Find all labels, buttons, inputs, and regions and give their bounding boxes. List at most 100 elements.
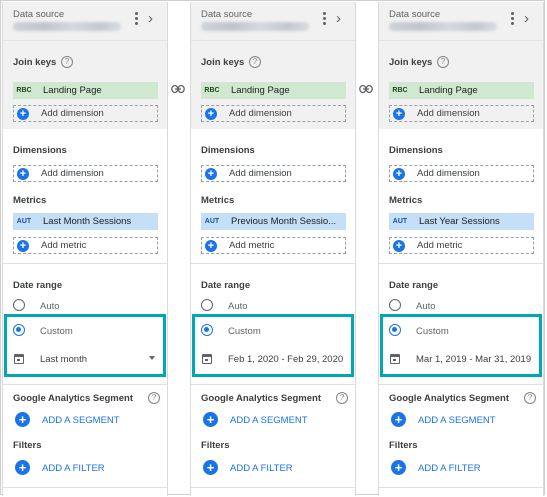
dimensions-title: Dimensions bbox=[389, 145, 443, 156]
custom-date-highlight-3 bbox=[380, 314, 542, 377]
metric-chip[interactable]: AUT Last Month Sessions bbox=[13, 213, 158, 230]
datasource-header[interactable]: Data source › bbox=[379, 2, 543, 41]
metric-chip[interactable]: AUT Previous Month Sessio... bbox=[201, 213, 346, 230]
add-filter-icon[interactable]: + bbox=[391, 460, 406, 475]
add-dimension-label: Add dimension bbox=[41, 168, 104, 179]
add-segment-icon[interactable]: + bbox=[203, 412, 218, 427]
join-key-chip[interactable]: RBC Landing Page bbox=[13, 82, 158, 99]
join-keys-section: Join keys ? RBC Landing Page + Add dimen… bbox=[191, 41, 355, 129]
add-dimension-label: Add dimension bbox=[417, 108, 480, 119]
more-vert-icon[interactable] bbox=[131, 10, 141, 30]
dimensions-title: Dimensions bbox=[201, 145, 255, 156]
help-icon[interactable]: ? bbox=[336, 392, 348, 404]
help-icon[interactable]: ? bbox=[61, 56, 73, 68]
datasource-header[interactable]: Data source › bbox=[3, 2, 167, 41]
datasource-header[interactable]: Data source › bbox=[191, 2, 355, 41]
chevron-right-icon[interactable]: › bbox=[336, 11, 341, 27]
add-segment-icon[interactable]: + bbox=[391, 412, 406, 427]
text-type-icon: RBC bbox=[16, 87, 32, 94]
add-filter-icon[interactable]: + bbox=[15, 460, 30, 475]
blend-editor: Data source › Join keys ? RBC Landing Pa… bbox=[0, 0, 545, 496]
add-icon: + bbox=[17, 240, 29, 252]
auto-radio[interactable] bbox=[13, 299, 25, 311]
metric-chip[interactable]: AUT Last Year Sessions bbox=[389, 213, 534, 230]
link-icon[interactable] bbox=[359, 84, 373, 94]
auto-radio[interactable] bbox=[389, 299, 401, 311]
add-segment-link[interactable]: ADD A SEGMENT bbox=[418, 415, 496, 426]
add-filter-link[interactable]: ADD A FILTER bbox=[418, 463, 481, 474]
join-key-chip[interactable]: RBC Landing Page bbox=[389, 82, 534, 99]
divider bbox=[191, 263, 355, 264]
dimensions-title: Dimensions bbox=[13, 145, 67, 156]
add-join-dimension-button[interactable]: + Add dimension bbox=[13, 105, 158, 122]
filters-title: Filters bbox=[389, 440, 418, 451]
help-icon[interactable]: ? bbox=[524, 392, 536, 404]
chevron-right-icon[interactable]: › bbox=[148, 11, 153, 27]
metric-name: Previous Month Sessio... bbox=[231, 216, 337, 227]
add-filter-link[interactable]: ADD A FILTER bbox=[42, 463, 105, 474]
join-keys-section: Join keys ? RBC Landing Page + Add dimen… bbox=[3, 41, 167, 129]
add-dimension-label: Add dimension bbox=[229, 108, 292, 119]
add-icon: + bbox=[393, 240, 405, 252]
custom-date-highlight-1 bbox=[4, 314, 166, 377]
custom-date-highlight-2 bbox=[192, 314, 354, 377]
chevron-right-icon[interactable]: › bbox=[524, 11, 529, 27]
number-type-icon: AUT bbox=[16, 218, 32, 225]
datasource-name-blurred bbox=[13, 22, 121, 31]
join-keys-section: Join keys ? RBC Landing Page + Add dimen… bbox=[379, 41, 543, 129]
auto-radio[interactable] bbox=[201, 299, 213, 311]
add-join-dimension-button[interactable]: + Add dimension bbox=[201, 105, 346, 122]
datasource-label: Data source bbox=[389, 9, 441, 20]
add-dimension-button[interactable]: + Add dimension bbox=[13, 165, 158, 182]
add-icon: + bbox=[393, 108, 405, 120]
text-type-icon: RBC bbox=[392, 87, 408, 94]
add-dimension-button[interactable]: + Add dimension bbox=[201, 165, 346, 182]
metrics-title: Metrics bbox=[389, 195, 423, 206]
segment-title: Google Analytics Segment bbox=[201, 393, 322, 404]
divider bbox=[379, 263, 543, 264]
date-range-title: Date range bbox=[13, 280, 63, 291]
help-icon[interactable]: ? bbox=[249, 56, 261, 68]
help-icon[interactable]: ? bbox=[437, 56, 449, 68]
datasource-panel-3: Data source › Join keys ? RBC Landing Pa… bbox=[378, 2, 544, 496]
add-metric-button[interactable]: + Add metric bbox=[389, 237, 534, 254]
more-vert-icon[interactable] bbox=[507, 10, 517, 30]
date-range-title: Date range bbox=[389, 280, 439, 291]
join-keys-title: Join keys bbox=[13, 57, 57, 68]
link-icon[interactable] bbox=[171, 84, 185, 94]
add-icon: + bbox=[393, 168, 405, 180]
datasource-panel-2: Data source › Join keys ? RBC Landing Pa… bbox=[190, 2, 356, 496]
add-dimension-label: Add dimension bbox=[229, 168, 292, 179]
more-vert-icon[interactable] bbox=[319, 10, 329, 30]
join-keys-title: Join keys bbox=[389, 57, 433, 68]
join-key-name: Landing Page bbox=[419, 85, 478, 96]
metrics-title: Metrics bbox=[13, 195, 47, 206]
join-key-name: Landing Page bbox=[43, 85, 102, 96]
metrics-title: Metrics bbox=[201, 195, 235, 206]
add-metric-label: Add metric bbox=[41, 240, 87, 251]
filters-title: Filters bbox=[13, 440, 42, 451]
add-segment-link[interactable]: ADD A SEGMENT bbox=[230, 415, 308, 426]
add-metric-button[interactable]: + Add metric bbox=[201, 237, 346, 254]
add-join-dimension-button[interactable]: + Add dimension bbox=[389, 105, 534, 122]
help-icon[interactable]: ? bbox=[148, 392, 160, 404]
join-key-name: Landing Page bbox=[231, 85, 290, 96]
add-dimension-label: Add dimension bbox=[41, 108, 104, 119]
divider bbox=[379, 487, 543, 488]
add-icon: + bbox=[17, 168, 29, 180]
add-segment-link[interactable]: ADD A SEGMENT bbox=[42, 415, 120, 426]
add-filter-link[interactable]: ADD A FILTER bbox=[230, 463, 293, 474]
add-dimension-button[interactable]: + Add dimension bbox=[389, 165, 534, 182]
divider bbox=[379, 384, 543, 385]
add-filter-icon[interactable]: + bbox=[203, 460, 218, 475]
filters-title: Filters bbox=[201, 440, 230, 451]
datasource-panel-1: Data source › Join keys ? RBC Landing Pa… bbox=[2, 2, 168, 496]
add-segment-icon[interactable]: + bbox=[15, 412, 30, 427]
add-metric-label: Add metric bbox=[229, 240, 275, 251]
segment-title: Google Analytics Segment bbox=[13, 393, 134, 404]
metric-name: Last Year Sessions bbox=[419, 216, 500, 227]
add-icon: + bbox=[17, 108, 29, 120]
add-metric-button[interactable]: + Add metric bbox=[13, 237, 158, 254]
datasource-label: Data source bbox=[201, 9, 253, 20]
join-key-chip[interactable]: RBC Landing Page bbox=[201, 82, 346, 99]
